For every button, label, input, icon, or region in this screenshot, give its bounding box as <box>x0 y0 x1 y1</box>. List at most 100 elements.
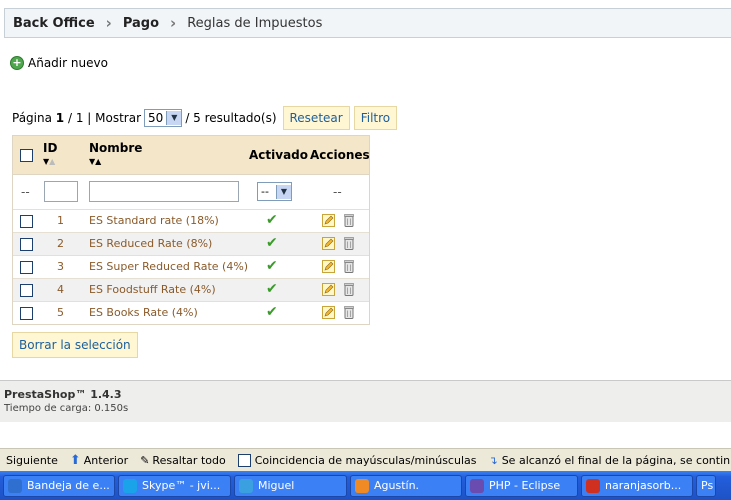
edit-icon[interactable] <box>322 214 335 227</box>
delete-icon[interactable] <box>344 306 354 319</box>
table-row[interactable]: 3 ES Super Reduced Rate (4%) ✔ <box>13 255 369 278</box>
column-actions-label: Acciones <box>310 148 370 162</box>
find-status: ↴ Se alcanzó el final de la página, se c… <box>488 454 731 467</box>
delete-icon[interactable] <box>344 237 354 250</box>
delete-icon[interactable] <box>344 260 354 273</box>
find-next-button[interactable]: Siguiente <box>6 454 58 467</box>
chevron-down-icon[interactable]: ▼ <box>166 111 182 125</box>
row-id: 3 <box>57 260 64 273</box>
column-id-label: ID <box>43 141 58 155</box>
actions-dash: -- <box>333 185 342 199</box>
taskbar: Bandeja de e... Skype™ - jvi... Miguel Agus… <box>0 471 731 500</box>
row-checkbox[interactable] <box>20 284 33 297</box>
active-filter-select[interactable]: -- ▼ <box>257 182 292 201</box>
taskbar-item[interactable]: Ps <box>696 474 716 497</box>
table-row[interactable]: 1 ES Standard rate (18%) ✔ <box>13 209 369 232</box>
tax-rules-table: ID ▼▲ Nombre ▼▲ Activado Acciones -- -- … <box>12 135 370 325</box>
id-filter-input[interactable] <box>44 181 78 202</box>
per-page-value: 50 <box>148 111 164 125</box>
flame-icon <box>355 478 369 493</box>
column-active-label: Activado <box>249 148 309 162</box>
taskbar-item-label: naranjasorb... <box>605 479 682 492</box>
enabled-check-icon[interactable]: ✔ <box>266 212 278 228</box>
filezilla-icon <box>586 478 600 493</box>
taskbar-item[interactable]: Miguel <box>234 474 347 497</box>
breadcrumb-current: Reglas de Impuestos <box>187 15 323 31</box>
row-checkbox[interactable] <box>20 261 33 274</box>
taskbar-item-label: Bandeja de e... <box>27 479 110 492</box>
name-filter-input[interactable] <box>89 181 239 202</box>
match-case-checkbox[interactable] <box>237 453 251 467</box>
row-name[interactable]: ES Books Rate (4%) <box>89 306 198 319</box>
find-status-text: Se alcanzó el final de la página, se con… <box>501 453 731 467</box>
taskbar-item[interactable]: Agustín. <box>350 474 462 497</box>
taskbar-item-label: PHP - Eclipse <box>489 479 561 492</box>
column-name: Nombre ▼▲ <box>89 141 142 166</box>
delete-icon[interactable] <box>344 283 354 296</box>
row-name[interactable]: ES Reduced Rate (8%) <box>89 237 212 250</box>
enabled-check-icon[interactable]: ✔ <box>266 281 278 297</box>
table-row[interactable]: 4 ES Foodstuff Rate (4%) ✔ <box>13 278 369 301</box>
enabled-check-icon[interactable]: ✔ <box>266 304 278 320</box>
select-all-checkbox[interactable] <box>20 149 33 162</box>
taskbar-item[interactable]: naranjasorb... <box>581 474 693 497</box>
sort-arrows-icon[interactable]: ▼▲ <box>89 157 142 166</box>
current-page: 1 <box>55 111 65 125</box>
edit-icon[interactable] <box>322 260 335 273</box>
row-id: 5 <box>57 306 64 319</box>
delete-selection-button[interactable]: Borrar la selección <box>12 332 138 358</box>
outlook-icon <box>8 478 22 493</box>
find-previous-button[interactable]: ⬆ Anterior <box>70 453 128 468</box>
row-name[interactable]: ES Standard rate (18%) <box>89 214 219 227</box>
chevron-right-icon: › <box>170 14 177 32</box>
breadcrumb-back-office[interactable]: Back Office <box>13 16 95 31</box>
version-text: PrestaShop™ 1.4.3 <box>4 388 122 401</box>
taskbar-item-label: Ps <box>701 479 714 492</box>
load-time-text: Tiempo de carga: 0.150s <box>4 403 129 414</box>
filter-row: -- -- ▼ -- <box>13 174 369 209</box>
row-id: 4 <box>57 283 64 296</box>
breadcrumb: Back Office › Pago › Reglas de Impuestos <box>4 8 731 38</box>
table-row[interactable]: 2 ES Reduced Rate (8%) ✔ <box>13 232 369 255</box>
edit-icon[interactable] <box>322 283 335 296</box>
row-checkbox[interactable] <box>20 307 33 320</box>
wrap-icon: ↴ <box>488 453 498 467</box>
chevron-down-icon[interactable]: ▼ <box>276 184 291 199</box>
sort-arrows-icon[interactable]: ▼▲ <box>43 157 57 166</box>
add-new-label: Añadir nuevo <box>28 56 108 70</box>
taskbar-item[interactable]: PHP - Eclipse <box>465 474 578 497</box>
row-name[interactable]: ES Foodstuff Rate (4%) <box>89 283 216 296</box>
per-page-select[interactable]: 50 ▼ <box>144 109 183 127</box>
chevron-right-icon: › <box>105 14 112 32</box>
row-checkbox[interactable] <box>20 238 33 251</box>
highlighter-icon: ✎ <box>140 453 150 467</box>
row-checkbox[interactable] <box>20 215 33 228</box>
delete-icon[interactable] <box>344 214 354 227</box>
add-icon: + <box>10 56 24 70</box>
breadcrumb-pago[interactable]: Pago <box>123 16 159 31</box>
show-label: | Mostrar <box>87 111 142 125</box>
table-row[interactable]: 5 ES Books Rate (4%) ✔ <box>13 301 369 324</box>
reset-button[interactable]: Resetear <box>282 106 350 130</box>
match-case-option[interactable]: Coincidencia de mayúsculas/minúsculas <box>237 453 476 467</box>
page-footer: PrestaShop™ 1.4.3 Tiempo de carga: 0.150… <box>0 380 731 422</box>
pagination-bar: Página 1 / 1 | Mostrar 50 ▼ / 5 resultad… <box>12 106 398 130</box>
add-new-link[interactable]: + Añadir nuevo <box>10 56 108 70</box>
row-id: 2 <box>57 237 64 250</box>
active-filter-value: -- <box>261 185 269 198</box>
find-next-label: Siguiente <box>6 453 58 467</box>
eclipse-icon <box>470 478 484 493</box>
column-id: ID ▼▲ <box>43 141 57 166</box>
taskbar-item[interactable]: Bandeja de e... <box>3 474 115 497</box>
edit-icon[interactable] <box>322 306 335 319</box>
find-bar: Siguiente ⬆ Anterior ✎ Resaltar todo Coi… <box>0 448 731 471</box>
enabled-check-icon[interactable]: ✔ <box>266 258 278 274</box>
taskbar-item-label: Miguel <box>258 479 295 492</box>
edit-icon[interactable] <box>322 237 335 250</box>
enabled-check-icon[interactable]: ✔ <box>266 235 278 251</box>
filter-button[interactable]: Filtro <box>353 106 398 130</box>
row-name[interactable]: ES Super Reduced Rate (4%) <box>89 260 248 273</box>
highlight-all-button[interactable]: ✎ Resaltar todo <box>140 454 226 467</box>
taskbar-item[interactable]: Skype™ - jvi... <box>118 474 231 497</box>
taskbar-item-label: Skype™ - jvi... <box>142 479 221 492</box>
